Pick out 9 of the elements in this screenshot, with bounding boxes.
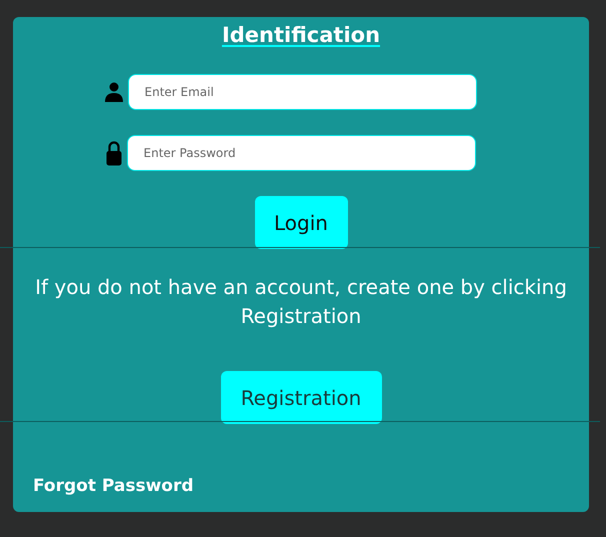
password-field[interactable]: Enter Password	[126, 135, 476, 171]
login-button[interactable]: Login	[254, 196, 348, 249]
form-title: Identification	[222, 22, 380, 49]
registration-hint: If you do not have an account, create one by clicking Registration	[34, 274, 568, 330]
user-icon	[104, 82, 122, 102]
email-field[interactable]: Enter Email	[128, 74, 476, 110]
forgot-password-link[interactable]: Forgot Password	[33, 476, 194, 496]
registration-button[interactable]: Registration	[220, 371, 382, 424]
lock-icon	[106, 140, 122, 166]
